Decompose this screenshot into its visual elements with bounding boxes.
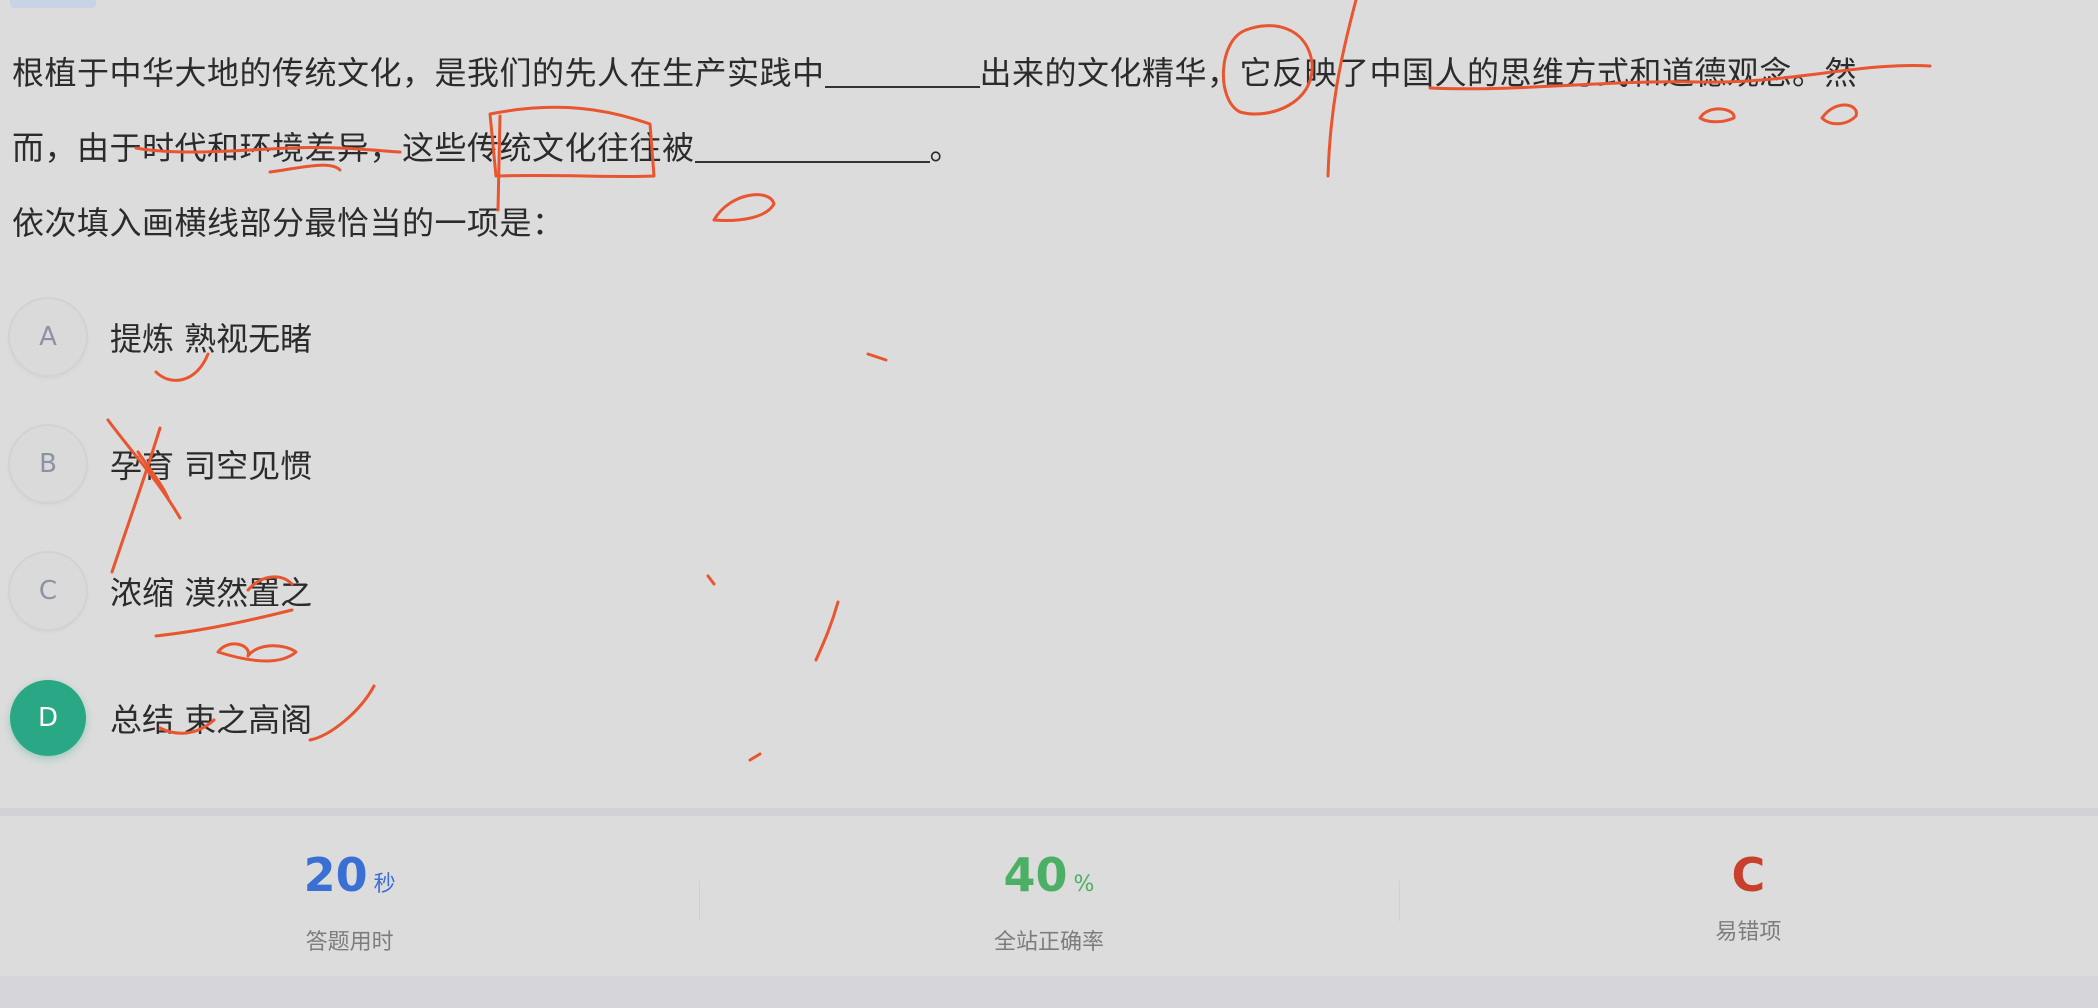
option-d-text: 总结 束之高阁 (110, 701, 313, 739)
stat-error: C 易错项 (1398, 816, 2098, 976)
check-d-2 (308, 684, 376, 742)
question-line-1: 根植于中华大地的传统文化，是我们的先人在生产实践中 出来的文化精华，它反映了中国人… (12, 36, 2072, 111)
stat-accuracy-value-wrap: 40% (1004, 846, 1095, 914)
stat-error-value-wrap: C (1731, 846, 1765, 904)
stat-error-label: 易错项 (1715, 920, 1782, 945)
stat-time-value-wrap: 20 秒 (304, 846, 396, 914)
stat-accuracy-value: 40 (1003, 848, 1068, 902)
question-type-tag (10, 0, 96, 8)
dash-a (866, 352, 888, 362)
blank-2 (694, 125, 930, 163)
stroke-c (814, 600, 840, 662)
option-a[interactable]: A 提炼 熟视无睹 (10, 298, 312, 376)
option-a-badge[interactable]: A (10, 299, 86, 375)
question-stem: 根植于中华大地的传统文化，是我们的先人在生产实践中 出来的文化精华，它反映了中国人… (12, 36, 2072, 261)
option-c-text: 浓缩 漠然置之 (110, 574, 313, 612)
stat-time: 20 秒 答题用时 (0, 816, 699, 976)
question-text-2b: 。 (929, 129, 963, 167)
option-c[interactable]: C 浓缩 漠然置之 (10, 552, 312, 630)
option-b-text: 孕育 司空见惯 (110, 447, 313, 485)
stat-accuracy: 40% 全站正确率 (699, 816, 1398, 976)
blank-1 (824, 50, 980, 88)
dot-c (706, 574, 716, 586)
stat-accuracy-unit: % (1073, 872, 1095, 897)
question-text-1a: 根植于中华大地的传统文化，是我们的先人在生产实践中 (12, 54, 825, 92)
question-text-1b: 出来的文化精华，它反映了中国人的思维方式和道德观念。然 (979, 54, 1858, 92)
stats-bar: 20 秒 答题用时 40% 全站正确率 C 易错项 (0, 816, 2098, 976)
dot-d (748, 752, 762, 762)
option-d[interactable]: D 总结 束之高阁 (10, 679, 312, 757)
option-c-badge[interactable]: C (10, 553, 86, 629)
question-prompt: 依次填入画横线部分最恰当的一项是： (12, 204, 565, 242)
section-divider (0, 808, 2098, 816)
question-text-2a: 而，由于时代和环境差异，这些传统文化往往被 (12, 129, 695, 167)
stat-time-value: 20 (303, 848, 368, 902)
bottom-bar (0, 976, 2098, 1008)
option-b[interactable]: B 孕育 司空见惯 (10, 425, 312, 503)
option-b-badge[interactable]: B (10, 426, 86, 502)
stat-accuracy-label: 全站正确率 (993, 930, 1104, 955)
stat-error-value: C (1731, 848, 1766, 902)
stat-time-unit: 秒 (373, 872, 396, 897)
stat-time-label: 答题用时 (305, 930, 394, 955)
question-line-2: 而，由于时代和环境差异，这些传统文化往往被 。 (12, 111, 2072, 186)
option-d-badge[interactable]: D (10, 680, 86, 756)
option-a-text: 提炼 熟视无睹 (110, 320, 313, 358)
options-list: A 提炼 熟视无睹 B 孕育 司空见惯 C 浓缩 漠然置之 D 总结 束之高阁 (10, 298, 312, 806)
